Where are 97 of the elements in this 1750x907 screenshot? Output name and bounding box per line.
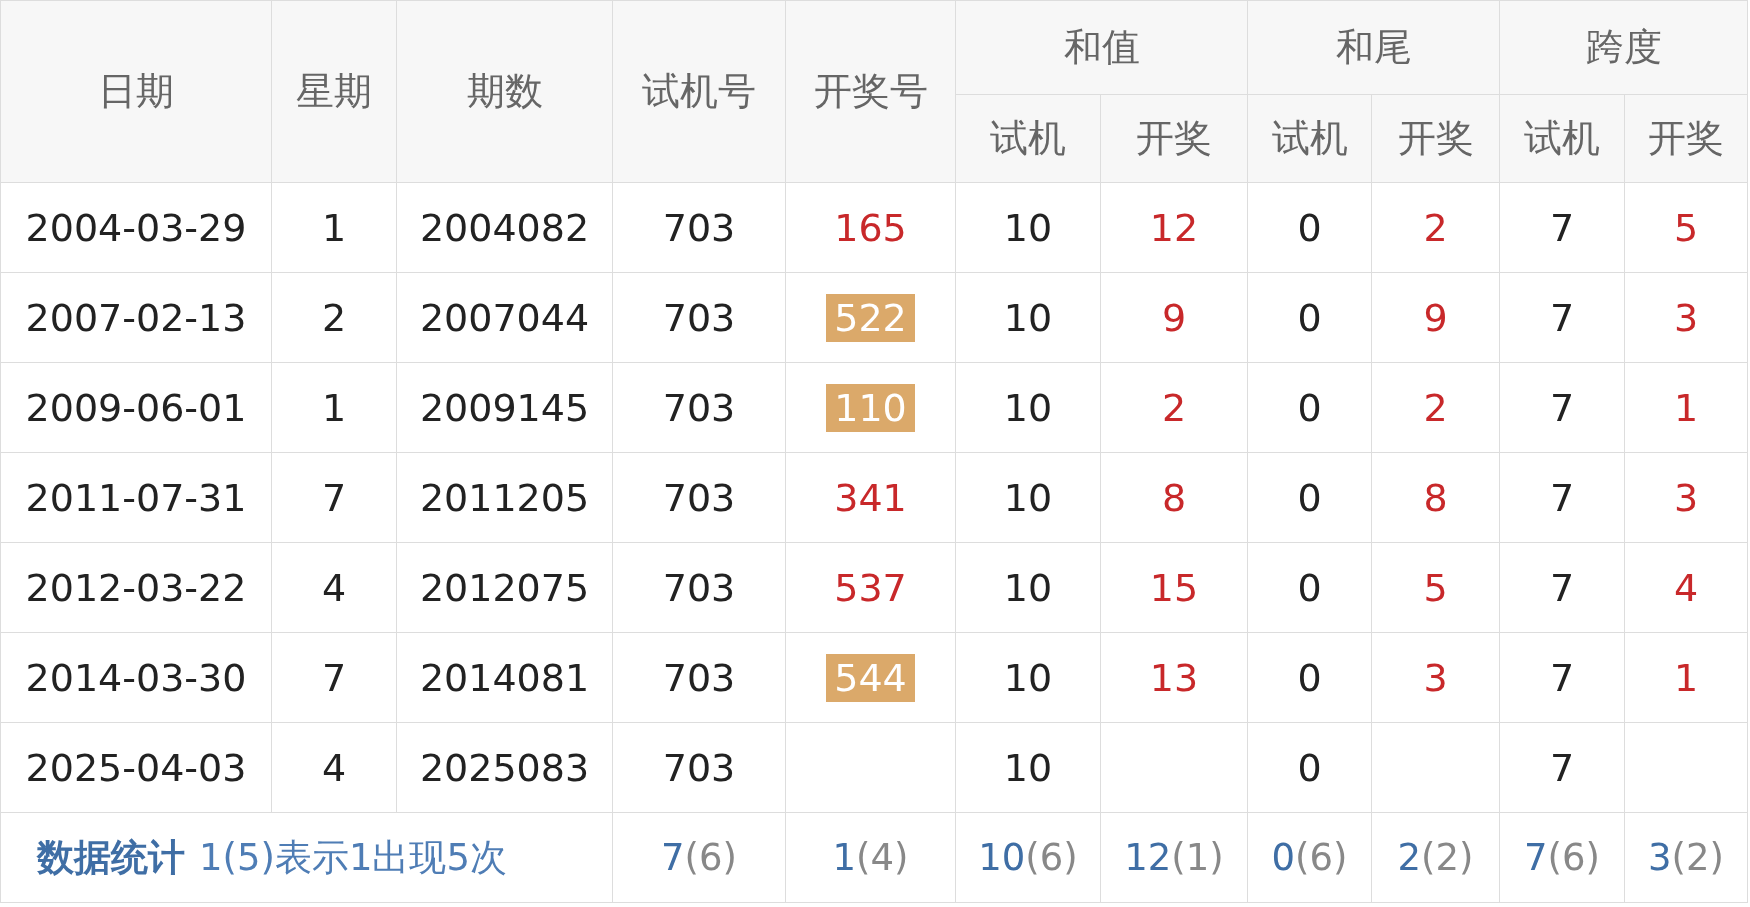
column-header: 开奖号: [785, 0, 956, 183]
table-cell: 703: [612, 182, 786, 273]
table-cell: 1: [271, 182, 397, 273]
highlighted-number: 544: [826, 653, 915, 702]
table-cell: 9: [1371, 272, 1500, 363]
table-cell: 7: [1499, 272, 1625, 363]
table-cell: 2009145: [396, 362, 613, 453]
table-cell: 7: [1499, 542, 1625, 633]
stats-cell: 3(2): [1624, 812, 1748, 903]
table-cell: 10: [955, 452, 1101, 543]
table-cell: 10: [955, 542, 1101, 633]
table-cell: 7: [1499, 362, 1625, 453]
table-cell: 4: [271, 722, 397, 813]
table-cell: 537: [785, 542, 956, 633]
table-cell: 2004-03-29: [0, 182, 272, 273]
table-cell: 2: [271, 272, 397, 363]
table-cell: 0: [1247, 542, 1372, 633]
table-cell: 703: [612, 452, 786, 543]
table-cell: 1: [1624, 632, 1748, 723]
table-cell: 703: [612, 542, 786, 633]
sub-column-header: 试机: [1247, 94, 1372, 183]
table-cell: 2012075: [396, 542, 613, 633]
table-cell: 7: [1499, 452, 1625, 543]
table-cell: 10: [955, 722, 1101, 813]
stats-cell: 12(1): [1100, 812, 1248, 903]
stats-cell: 10(6): [955, 812, 1101, 903]
table-cell: 2014081: [396, 632, 613, 723]
stats-cell: 0(6): [1247, 812, 1372, 903]
table-cell: 8: [1100, 452, 1248, 543]
table-cell: 2011-07-31: [0, 452, 272, 543]
table-cell: 703: [612, 722, 786, 813]
table-cell: 4: [1624, 542, 1748, 633]
table-cell: 2025-04-03: [0, 722, 272, 813]
table-cell: 2025083: [396, 722, 613, 813]
column-header: 试机号: [612, 0, 786, 183]
column-group-header: 和尾: [1247, 0, 1500, 95]
table-cell: 703: [612, 632, 786, 723]
table-cell: 5: [1624, 182, 1748, 273]
table-cell: 2: [1100, 362, 1248, 453]
stats-legend: 1(5)表示1出现5次: [199, 835, 508, 879]
stats-cell: 7(6): [1499, 812, 1625, 903]
table-cell: 13: [1100, 632, 1248, 723]
table-cell: 2009-06-01: [0, 362, 272, 453]
column-group-header: 和值: [955, 0, 1248, 95]
table-cell: 7: [1499, 632, 1625, 723]
table-cell: 0: [1247, 632, 1372, 723]
table-cell: 10: [955, 272, 1101, 363]
stats-cell: 1(4): [785, 812, 956, 903]
table-cell: 2: [1371, 182, 1500, 273]
table-cell: 2007044: [396, 272, 613, 363]
table-cell: 2014-03-30: [0, 632, 272, 723]
highlighted-number: 110: [826, 383, 915, 432]
sub-column-header: 试机: [1499, 94, 1625, 183]
table-cell: 10: [955, 632, 1101, 723]
table-cell: 10: [955, 362, 1101, 453]
table-cell: 2004082: [396, 182, 613, 273]
stats-cell: 2(2): [1371, 812, 1500, 903]
table-cell: 7: [1499, 182, 1625, 273]
table-cell: 0: [1247, 272, 1372, 363]
table-cell: 2: [1371, 362, 1500, 453]
table-cell: 0: [1247, 362, 1372, 453]
table-cell: 1: [271, 362, 397, 453]
sub-column-header: 开奖: [1100, 94, 1248, 183]
table-cell: 2012-03-22: [0, 542, 272, 633]
table-cell: 0: [1247, 452, 1372, 543]
table-cell: 165: [785, 182, 956, 273]
column-group-header: 跨度: [1499, 0, 1748, 95]
table-cell: 9: [1100, 272, 1248, 363]
table-cell: 7: [1499, 722, 1625, 813]
table-cell: 12: [1100, 182, 1248, 273]
table-cell: 5: [1371, 542, 1500, 633]
table-cell: 2007-02-13: [0, 272, 272, 363]
highlighted-number: 522: [826, 293, 915, 342]
column-header: 日期: [0, 0, 272, 183]
table-cell: 3: [1371, 632, 1500, 723]
table-cell: 3: [1624, 452, 1748, 543]
table-cell: 341: [785, 452, 956, 543]
sub-column-header: 开奖: [1371, 94, 1500, 183]
stats-title: 数据统计: [37, 835, 185, 879]
table-cell: 8: [1371, 452, 1500, 543]
sub-column-header: 开奖: [1624, 94, 1748, 183]
table-cell: 7: [271, 452, 397, 543]
column-header: 星期: [271, 0, 397, 183]
table-cell: 703: [612, 362, 786, 453]
sub-column-header: 试机: [955, 94, 1101, 183]
table-cell: 703: [612, 272, 786, 363]
table-cell: 2011205: [396, 452, 613, 543]
table-cell: 3: [1624, 272, 1748, 363]
table-cell: 4: [271, 542, 397, 633]
table-cell: 0: [1247, 182, 1372, 273]
table-cell: 7: [271, 632, 397, 723]
column-header: 期数: [396, 0, 613, 183]
table-cell: 10: [955, 182, 1101, 273]
stats-cell: 7(6): [612, 812, 786, 903]
table-cell: 0: [1247, 722, 1372, 813]
table-cell: 15: [1100, 542, 1248, 633]
table-cell: 1: [1624, 362, 1748, 453]
